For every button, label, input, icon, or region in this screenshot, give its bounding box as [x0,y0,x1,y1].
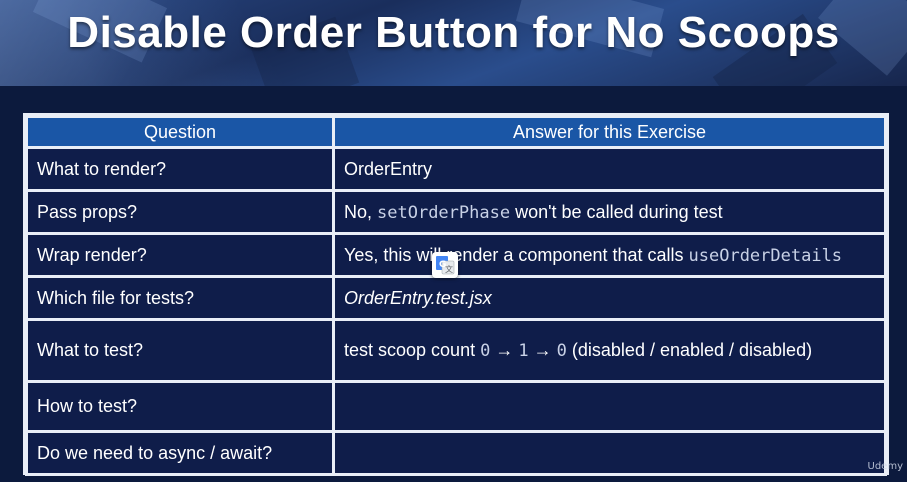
question-cell: Wrap render? [25,232,335,278]
answer-cell: No, setOrderPhase won't be called during… [332,189,887,235]
table-header-row: Question Answer for this Exercise [25,115,887,149]
question-cell: What to render? [25,146,335,192]
qa-table: Question Answer for this Exercise What t… [23,113,889,476]
answer-text: No, [344,201,378,222]
header-answer: Answer for this Exercise [332,115,887,149]
code-count-1: 1 [518,341,529,361]
answer-cell: test scoop count 0 → 1 → 0 (disabled / e… [332,318,887,383]
question-cell: How to test? [25,380,335,433]
answer-text: won't be called during test [510,201,723,222]
table-row: How to test? [25,380,887,433]
answer-text: (disabled / enabled / disabled) [566,340,813,360]
svg-text:文: 文 [445,264,453,274]
table-row: Pass props? No, setOrderPhase won't be c… [25,189,887,235]
answer-cell [332,430,887,476]
code-setOrderPhase: setOrderPhase [377,202,511,223]
answer-cell [332,380,887,433]
question-cell: Pass props? [25,189,335,235]
table-row: Do we need to async / await? [25,430,887,476]
title-banner: Disable Order Button for No Scoops [0,0,907,86]
question-cell: Which file for tests? [25,275,335,321]
question-cell: What to test? [25,318,335,383]
answer-text: Yes, this will render a component that c… [344,244,689,265]
arrow-icon: → [495,340,514,360]
table-row: Which file for tests? OrderEntry.test.js… [25,275,887,321]
answer-cell: OrderEntry.test.jsx [332,275,887,321]
answer-cell: Yes, this will render a component that c… [332,232,887,278]
table-row: What to test? test scoop count 0 → 1 → 0… [25,318,887,383]
code-useOrderDetails: useOrderDetails [688,245,843,266]
code-count-0: 0 [480,341,491,361]
google-translate-icon[interactable]: G 文 [432,252,458,278]
udemy-watermark: Udemy [867,461,903,472]
header-question: Question [25,115,335,149]
arrow-icon: → [533,340,552,360]
table-row: What to render? OrderEntry [25,146,887,192]
question-cell: Do we need to async / await? [25,430,335,476]
answer-cell: OrderEntry [332,146,887,192]
code-count-0: 0 [556,341,567,361]
answer-text: test scoop count [344,340,481,360]
slide-title: Disable Order Button for No Scoops [67,8,840,57]
